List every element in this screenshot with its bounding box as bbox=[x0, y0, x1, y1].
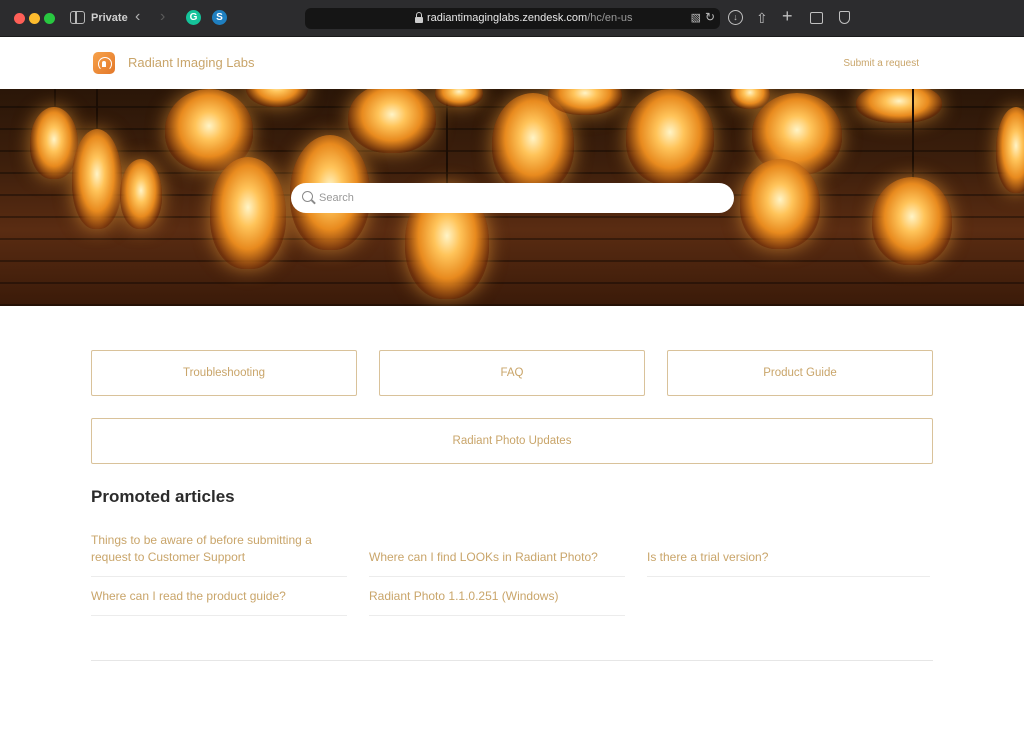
lightbulb-image bbox=[120, 159, 162, 229]
url-host: radiantimaginglabs.zendesk.com bbox=[427, 12, 588, 24]
article-divider bbox=[369, 615, 625, 616]
url-path: /hc/en-us bbox=[587, 12, 633, 24]
url-text: radiantimaginglabs.zendesk.com/hc/en-us bbox=[427, 12, 632, 24]
forward-arrow-icon[interactable]: › bbox=[160, 8, 165, 26]
download-icon[interactable]: ↓ bbox=[728, 10, 743, 25]
promoted-articles-heading: Promoted articles bbox=[91, 487, 235, 506]
hero-banner bbox=[0, 89, 1024, 306]
promoted-article-link[interactable]: Is there a trial version? bbox=[647, 549, 903, 566]
address-bar[interactable]: radiantimaginglabs.zendesk.com/hc/en-us … bbox=[305, 8, 720, 29]
lightbulb-image bbox=[246, 89, 308, 107]
article-divider bbox=[647, 576, 930, 577]
private-mode-label: Private bbox=[91, 12, 128, 24]
category-faq-button[interactable]: FAQ bbox=[379, 350, 645, 396]
share-icon[interactable]: ⇧ bbox=[756, 9, 768, 27]
back-arrow-icon[interactable]: ‹ bbox=[135, 8, 140, 26]
reload-icon[interactable]: ↻ bbox=[705, 10, 715, 24]
category-troubleshooting-button[interactable]: Troubleshooting bbox=[91, 350, 357, 396]
lightbulb-image bbox=[626, 89, 714, 185]
promoted-article-link[interactable]: Things to be aware of before submitting … bbox=[91, 532, 341, 566]
translate-icon[interactable]: ▧ bbox=[691, 11, 701, 24]
lightbulb-image bbox=[348, 89, 436, 153]
site-header: Radiant Imaging Labs Submit a request bbox=[0, 37, 1024, 89]
category-radiant-photo-updates-button[interactable]: Radiant Photo Updates bbox=[91, 418, 933, 464]
category-product-guide-button[interactable]: Product Guide bbox=[667, 350, 933, 396]
search-box[interactable] bbox=[291, 183, 734, 213]
lightbulb-image bbox=[210, 157, 286, 269]
lightbulb-image bbox=[72, 129, 122, 229]
zoom-window-button[interactable] bbox=[44, 13, 55, 24]
submit-request-link[interactable]: Submit a request bbox=[843, 58, 919, 69]
lock-icon bbox=[415, 12, 423, 24]
brand-logo-icon[interactable] bbox=[93, 52, 115, 74]
s-extension-icon[interactable]: S bbox=[212, 10, 227, 25]
privacy-shield-icon[interactable] bbox=[839, 11, 850, 24]
article-divider bbox=[91, 576, 347, 577]
browser-toolbar: Private ‹ › G S radiantimaginglabs.zende… bbox=[0, 0, 1024, 37]
lightbulb-image bbox=[996, 107, 1024, 193]
promoted-article-link[interactable]: Radiant Photo 1.1.0.251 (Windows) bbox=[369, 588, 625, 605]
close-window-button[interactable] bbox=[14, 13, 25, 24]
lightbulb-image bbox=[435, 89, 483, 107]
article-divider bbox=[91, 615, 347, 616]
section-divider bbox=[91, 660, 933, 661]
brand-name[interactable]: Radiant Imaging Labs bbox=[128, 55, 254, 70]
tab-overview-icon[interactable] bbox=[810, 12, 823, 24]
sidebar-toggle-icon[interactable] bbox=[70, 11, 85, 24]
search-input[interactable] bbox=[319, 189, 719, 207]
search-icon bbox=[302, 191, 313, 202]
minimize-window-button[interactable] bbox=[29, 13, 40, 24]
article-divider bbox=[369, 576, 625, 577]
new-tab-icon[interactable]: + bbox=[782, 7, 793, 25]
lightbulb-image bbox=[856, 89, 942, 123]
lightbulb-image bbox=[30, 107, 78, 179]
promoted-article-link[interactable]: Where can I find LOOKs in Radiant Photo? bbox=[369, 549, 625, 566]
promoted-article-link[interactable]: Where can I read the product guide? bbox=[91, 588, 347, 605]
lightbulb-image bbox=[740, 159, 820, 249]
grammarly-extension-icon[interactable]: G bbox=[186, 10, 201, 25]
lightbulb-image bbox=[872, 177, 952, 265]
